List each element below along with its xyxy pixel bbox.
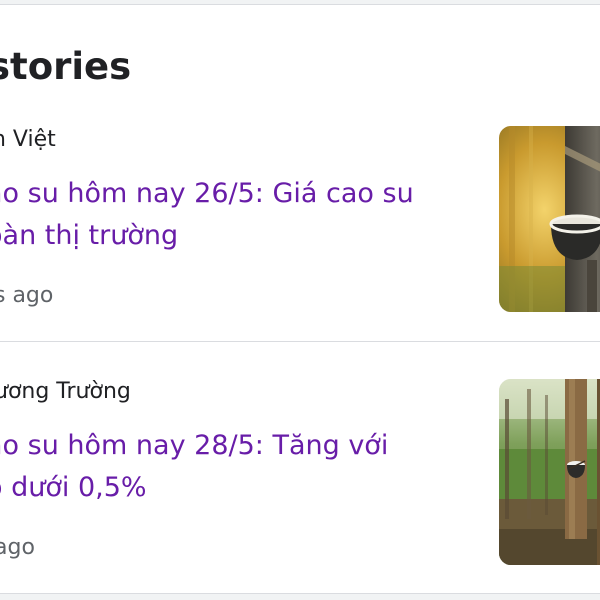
story-item[interactable]: ương Trường ao su hôm nay 28/5: Tăng với… xyxy=(0,357,600,597)
story-timestamp: s ago xyxy=(0,283,54,308)
top-stories-card: stories n Việt ao su hôm nay 26/5: Giá c… xyxy=(0,4,600,594)
section-title: stories xyxy=(0,45,132,88)
story-source: ương Trường xyxy=(0,379,131,404)
story-source: n Việt xyxy=(0,127,56,152)
headline-line: ao su hôm nay 28/5: Tăng với xyxy=(0,430,389,461)
story-thumbnail[interactable] xyxy=(499,379,600,565)
headline-line: ộ dưới 0,5% xyxy=(0,472,147,503)
story-headline-link[interactable]: ao su hôm nay 26/5: Giá cao su oàn thị t… xyxy=(0,173,466,257)
story-headline-link[interactable]: ao su hôm nay 28/5: Tăng với ộ dưới 0,5% xyxy=(0,425,466,509)
story-timestamp: ago xyxy=(0,535,35,560)
rubber-tapping-photo xyxy=(499,126,600,312)
headline-line: ao su hôm nay 26/5: Giá cao su xyxy=(0,178,414,209)
story-thumbnail[interactable] xyxy=(499,126,600,312)
headline-line: oàn thị trường xyxy=(0,220,179,251)
rubber-plantation-photo xyxy=(499,379,600,565)
story-item[interactable]: n Việt ao su hôm nay 26/5: Giá cao su oà… xyxy=(0,105,600,345)
story-divider xyxy=(0,341,600,342)
